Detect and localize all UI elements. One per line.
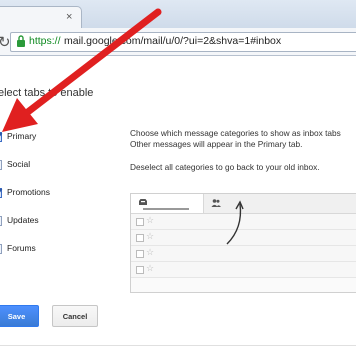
- row-checkbox: [136, 250, 144, 258]
- url-scheme: https://: [29, 35, 61, 47]
- row-checkbox: [136, 266, 144, 274]
- description-text: Other messages will appear in the Primar…: [130, 139, 303, 149]
- preview-row: ☆: [131, 246, 356, 262]
- updates-checkbox[interactable]: [0, 216, 2, 226]
- category-label: Forums: [7, 243, 36, 253]
- forums-checkbox[interactable]: [0, 244, 2, 254]
- preview-row: ☆: [131, 262, 356, 278]
- category-label: Primary: [7, 131, 37, 141]
- star-icon: ☆: [146, 215, 155, 225]
- inbox-icon: [139, 199, 147, 205]
- category-label: Social: [7, 159, 31, 169]
- url-text: mail.google.com/mail/u/0/?ui=2&shva=1#in…: [64, 35, 282, 47]
- preview-pointer-icon: [226, 200, 244, 245]
- star-icon: ☆: [146, 231, 155, 241]
- row-checkbox: [136, 218, 144, 226]
- category-label: Promotions: [7, 187, 50, 197]
- divider: [0, 345, 356, 346]
- star-icon: ☆: [146, 263, 155, 273]
- tab-close-icon[interactable]: ×: [66, 11, 72, 23]
- star-icon: ☆: [146, 247, 155, 257]
- primary-checkbox[interactable]: [0, 132, 2, 142]
- cancel-button[interactable]: Cancel: [52, 305, 98, 327]
- reload-icon[interactable]: ↻: [0, 33, 11, 51]
- section-title: elect tabs to enable: [0, 87, 94, 99]
- description-text: Choose which message categories to show …: [130, 128, 341, 138]
- preview-tab-primary: [131, 194, 204, 213]
- deselect-hint: Deselect all categories to go back to yo…: [130, 162, 320, 172]
- lock-icon: [17, 35, 25, 47]
- row-checkbox: [136, 234, 144, 242]
- social-checkbox[interactable]: [0, 160, 2, 170]
- save-button[interactable]: Save: [0, 305, 39, 327]
- promotions-checkbox[interactable]: [0, 188, 2, 198]
- tab-underline: [143, 208, 189, 210]
- category-label: Updates: [7, 215, 39, 225]
